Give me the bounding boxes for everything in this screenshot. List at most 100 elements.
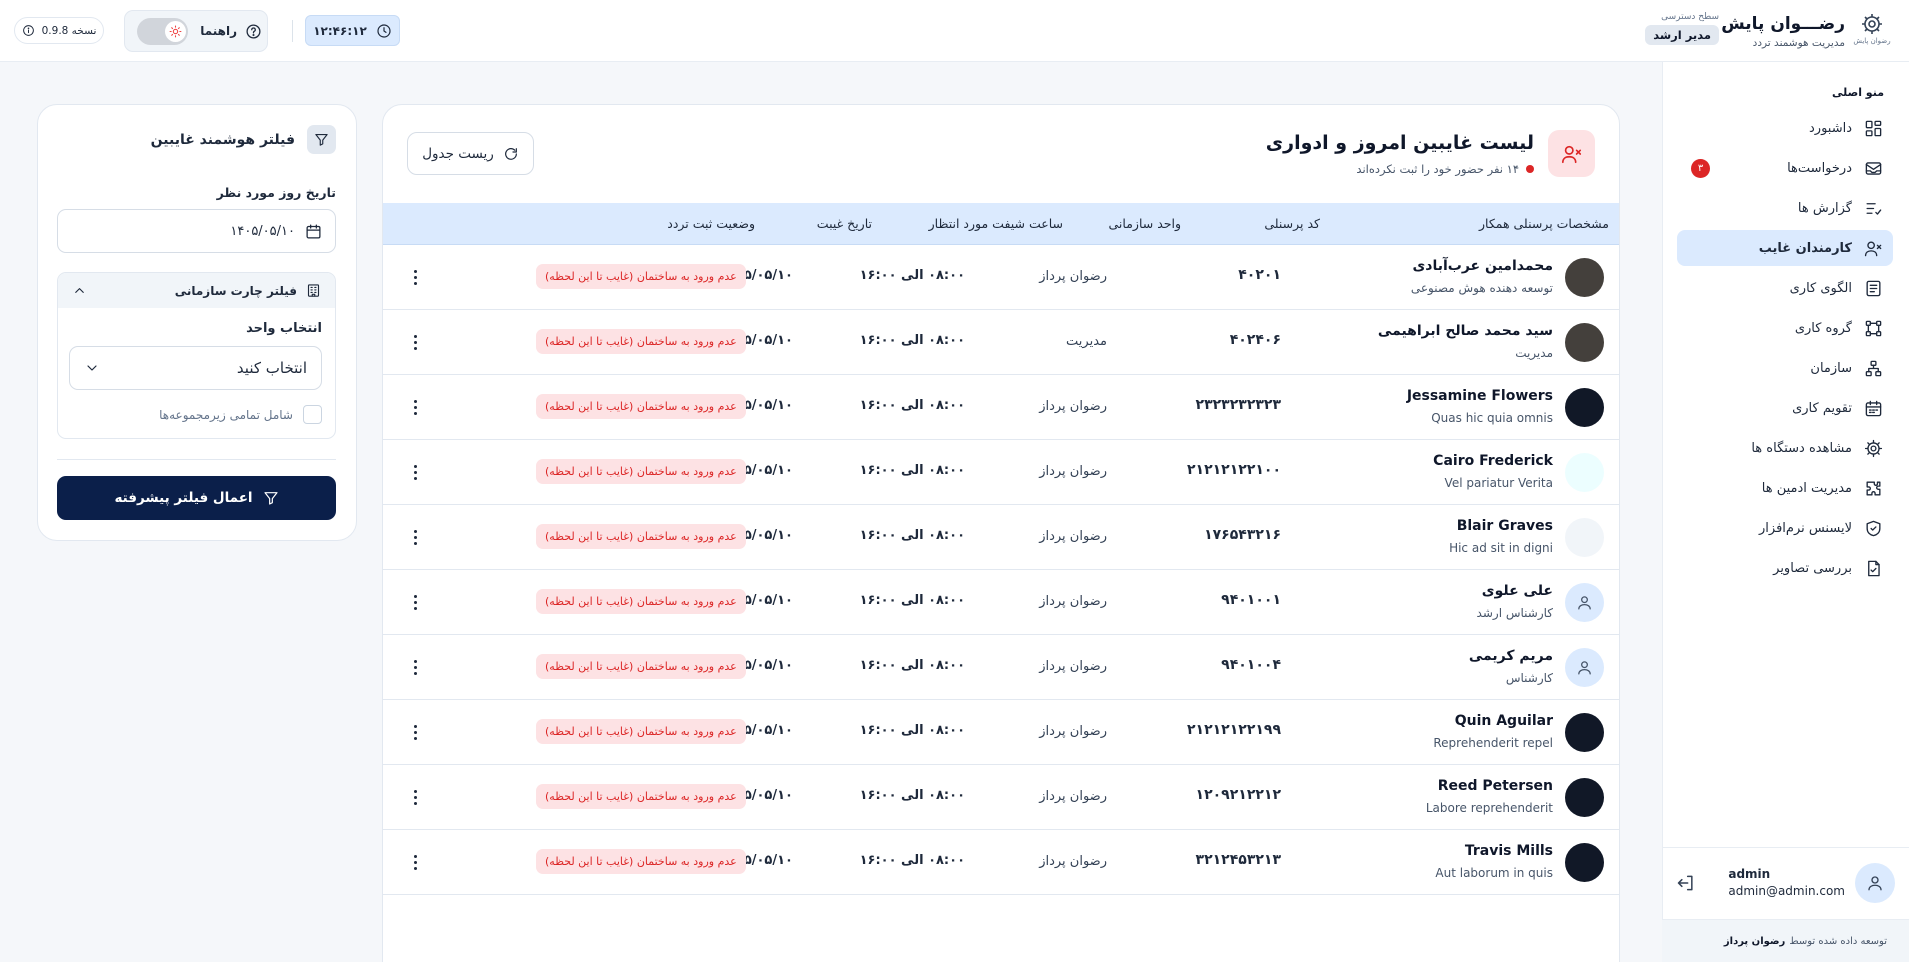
table-row[interactable]: سید محمد صالح ابراهیمی مدیریت ۴۰۲۴۰۶ مدیریت… [383, 310, 1619, 375]
unit-select[interactable]: انتخاب کنید [69, 346, 322, 390]
status-dot [1526, 164, 1534, 173]
row-actions-menu-icon[interactable] [405, 852, 425, 872]
table-row[interactable]: Cairo Frederick Vel pariatur Verita ۲۱۲۱۲۱… [383, 440, 1619, 505]
image-review-icon [1868, 560, 1880, 576]
table-row[interactable]: محمدامین عرب‌آبادی توسعه دهنده هوش مصنوعی… [383, 245, 1619, 310]
brand: رضوان پایش رضـــوان پایش مدیریت هوشمند ت… [1721, 12, 1890, 50]
absent-count-text: ۱۴ نفر حضور خود را ثبت نکرده‌اند [1356, 161, 1519, 176]
org-chart-filter: فیلتر چارت سازمانی انتخاب واحد انتخاب کن… [57, 272, 336, 439]
theme-toggle[interactable] [137, 17, 189, 45]
table-row[interactable]: Quin Aguilar Reprehenderit repel ۲۱۲۱۲۱۲۲۱… [383, 700, 1619, 765]
org-chart-toggle[interactable]: فیلتر چارت سازمانی [58, 273, 335, 308]
sidebar-footer: توسعه داده شده توسط رضوان پرداز [1662, 919, 1909, 962]
sidebar-item-image-review[interactable]: بررسی تصاویر [1677, 550, 1893, 586]
employee-code: ۲۱۲۱۲۱۲۲۱۰۰ [1187, 462, 1281, 478]
row-actions-menu-icon[interactable] [405, 332, 425, 352]
reset-table-button[interactable]: ریست جدول [407, 132, 534, 175]
row-actions-menu-icon[interactable] [405, 592, 425, 612]
row-actions-menu-icon[interactable] [405, 267, 425, 287]
expected-shift: ۰۸:۰۰ الی ۱۶:۰۰ [859, 268, 965, 283]
avatar [1565, 518, 1604, 557]
filter-title: فیلتر هوشمند غایبین [150, 131, 295, 148]
row-actions-menu-icon[interactable] [405, 722, 425, 742]
sidebar-item-label: گزارش ها [1797, 200, 1852, 216]
expected-shift: ۰۸:۰۰ الی ۱۶:۰۰ [859, 853, 965, 868]
employee-name: سید محمد صالح ابراهیمی [1377, 323, 1553, 339]
sidebar-item-label: بررسی تصاویر [1773, 560, 1852, 576]
requests-icon [1865, 161, 1882, 175]
table-row[interactable]: Blair Graves Hic ad sit in digni ۱۷۶۵۴۳۲۱۶… [383, 505, 1619, 570]
col-code: کد پرسنلی [1264, 216, 1320, 231]
employee-unit: رضوان پرداز [1039, 659, 1107, 674]
sidebar-item-work-group[interactable]: گروه کاری [1677, 310, 1893, 346]
user-name: admin [1728, 867, 1771, 881]
employee-code: ۱۷۶۵۴۳۲۱۶ [1204, 527, 1281, 543]
work-pattern-icon [1866, 280, 1881, 296]
employee-title: کارشناس ارشد [1476, 606, 1553, 620]
sidebar-item-license[interactable]: لایسنس نرم‌افزار [1677, 510, 1893, 546]
user-icon [1578, 596, 1591, 610]
employee-code: ۴۰۲۰۱ [1238, 267, 1281, 283]
employee-name: علی علوی [1481, 583, 1553, 599]
status-badge: عدم ورود به ساختمان (غایب تا این لحظه) [536, 329, 746, 354]
employee-code: ۲۱۲۱۲۱۲۲۱۹۹ [1187, 722, 1281, 738]
brand-subtitle: مدیریت هوشمند تردد [1752, 36, 1845, 49]
work-group-icon [1865, 320, 1882, 336]
sidebar-item-organization[interactable]: سازمان [1677, 350, 1893, 386]
employee-title: کارشناس [1505, 671, 1553, 685]
sidebar-item-work-pattern[interactable]: الگوی کاری [1677, 270, 1893, 306]
sidebar-item-calendar[interactable]: تقویم کاری [1677, 390, 1893, 426]
expected-shift: ۰۸:۰۰ الی ۱۶:۰۰ [859, 723, 965, 738]
sidebar-item-admins[interactable]: مدیریت ادمین ها [1677, 470, 1893, 506]
row-actions-menu-icon[interactable] [405, 657, 425, 677]
filter-icon [307, 125, 336, 154]
filter-icon [263, 492, 278, 505]
header-divider [292, 20, 293, 42]
include-subunits-checkbox[interactable]: شامل تمامی زیرمجموعه‌ها [159, 405, 322, 424]
status-badge: عدم ورود به ساختمان (غایب تا این لحظه) [536, 654, 746, 679]
row-actions-menu-icon[interactable] [405, 397, 425, 417]
table-row[interactable]: مریم کریمی کارشناس ۹۴۰۱۰۰۴ رضوان پرداز ۰۸:۰۰… [383, 635, 1619, 700]
access-level-label: سطح دسترسی [1661, 12, 1719, 22]
avatar [1565, 583, 1604, 622]
user-avatar[interactable] [1855, 862, 1895, 903]
avatar [1565, 843, 1604, 882]
table-row[interactable]: Travis Mills Aut laborum in quis ۳۲۱۲۴۵۳۲۱… [383, 830, 1619, 895]
clock-time: ۱۲:۴۶:۱۲ [313, 23, 367, 38]
sidebar-item-reports[interactable]: گزارش ها [1677, 190, 1893, 226]
row-actions-menu-icon[interactable] [405, 787, 425, 807]
date-value: ۱۴۰۵/۰۵/۱۰ [230, 223, 295, 239]
sidebar-item-requests[interactable]: درخواست‌ها ۳ [1677, 150, 1893, 186]
employee-unit: رضوان پرداز [1039, 529, 1107, 544]
theme-toggle-knob [165, 20, 187, 42]
apply-filter-button[interactable]: اعمال فیلتر پیشرفته [57, 476, 336, 520]
sidebar-item-devices[interactable]: مشاهده دستگاه ها [1677, 430, 1893, 466]
table-row[interactable]: علی علوی کارشناس ارشد ۹۴۰۱۰۰۱ رضوان پرداز ۰۸… [383, 570, 1619, 635]
avatar [1565, 648, 1604, 687]
table-row[interactable]: Jessamine Flowers Quas hic quia omnis ۲۳۲۳… [383, 375, 1619, 440]
access-level: سطح دسترسی مدیر ارشد [1645, 12, 1719, 45]
footer-company: رضوان پرداز [1723, 935, 1786, 947]
avatar [1565, 258, 1604, 297]
admins-puzzle-icon [1866, 480, 1881, 496]
employee-name: Reed Petersen [1437, 778, 1553, 794]
sidebar-item-label: سازمان [1810, 360, 1852, 376]
checkbox-box[interactable] [303, 405, 322, 424]
expected-shift: ۰۸:۰۰ الی ۱۶:۰۰ [859, 528, 965, 543]
page-title: لیست غایبین امروز و ادواری [1265, 131, 1534, 154]
devices-gear-icon [1864, 439, 1883, 457]
employee-title: Quas hic quia omnis [1431, 411, 1553, 425]
sidebar-item-dashboard[interactable]: داشبورد [1677, 110, 1893, 146]
footer-prefix: توسعه داده شده توسط [1789, 935, 1887, 947]
row-actions-menu-icon[interactable] [405, 462, 425, 482]
sidebar-item-absent-employees[interactable]: کارمندان غایب [1677, 230, 1893, 266]
absent-list-card: لیست غایبین امروز و ادواری ۱۴ نفر حضور خ… [382, 104, 1620, 962]
table-row[interactable]: Reed Petersen Labore reprehenderit ۱۲۰۹۲۱۲… [383, 765, 1619, 830]
sidebar-item-label: درخواست‌ها [1787, 160, 1852, 176]
employee-code: ۹۴۰۱۰۰۴ [1221, 657, 1281, 673]
row-actions-menu-icon[interactable] [405, 527, 425, 547]
sun-icon [169, 25, 182, 37]
date-input[interactable]: ۱۴۰۵/۰۵/۱۰ [57, 209, 336, 253]
help-button[interactable]: راهنما [200, 23, 262, 40]
logout-button[interactable] [1676, 873, 1696, 893]
